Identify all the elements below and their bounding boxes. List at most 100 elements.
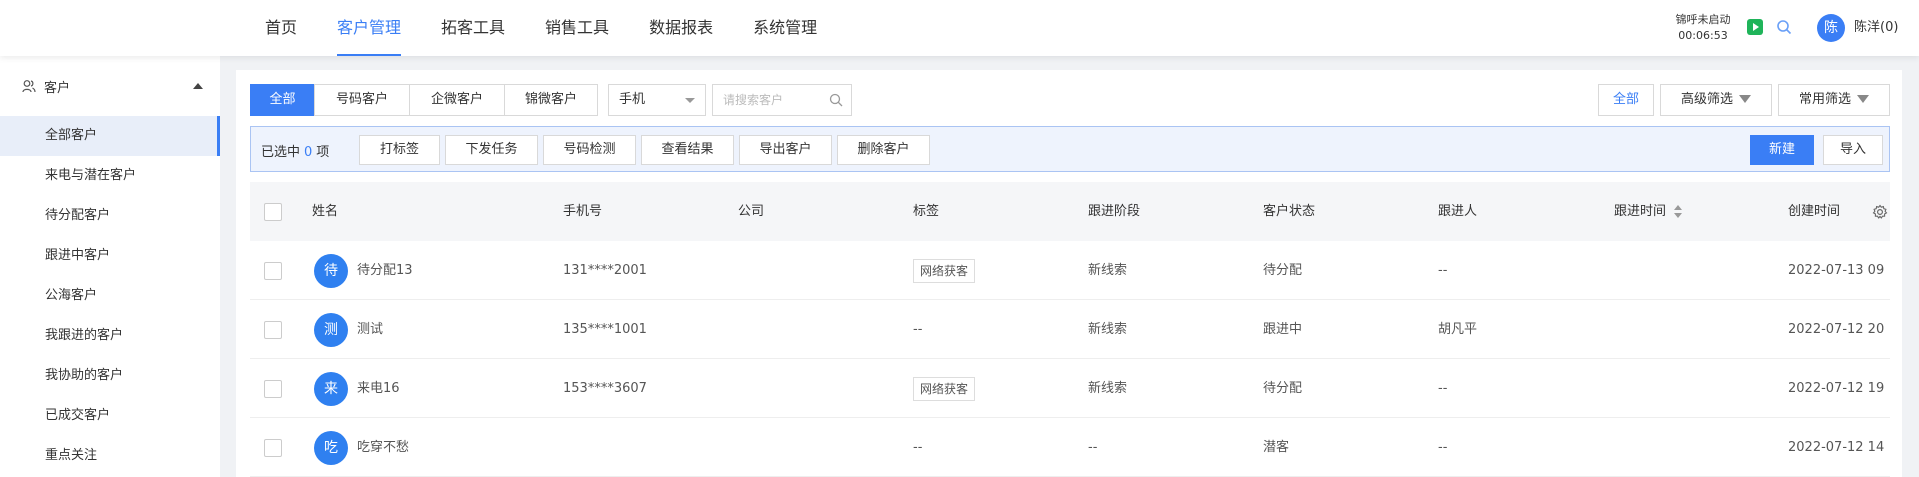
assign-task-button[interactable]: 下发任务 bbox=[445, 135, 538, 165]
avatar: 待 bbox=[314, 254, 348, 288]
import-button[interactable]: 导入 bbox=[1823, 135, 1883, 165]
cell-owner: -- bbox=[1438, 263, 1448, 278]
table-row[interactable]: 测 测试 135****1001 -- 新线索 跟进中 胡凡平 2022-07-… bbox=[250, 300, 1890, 359]
cell-tag: 网络获客 bbox=[913, 359, 976, 418]
batch-action-bar: 已选中 0 项 打标签 下发任务 号码检测 查看结果 导出客户 删除客户 新建 导入 bbox=[250, 126, 1890, 172]
segment-jinwei-customers[interactable]: 锦微客户 bbox=[504, 84, 598, 116]
header-stage: 跟进阶段 bbox=[1088, 204, 1141, 219]
segment-phone-customers[interactable]: 号码客户 bbox=[314, 84, 410, 116]
avatar: 来 bbox=[314, 372, 348, 406]
main-content: 全部 号码客户 企微客户 锦微客户 手机 全部 高级筛选 常用筛选 已选中0项 … bbox=[236, 70, 1902, 477]
chevron-down-icon bbox=[685, 98, 695, 103]
tag-badge: 网络获客 bbox=[913, 376, 976, 401]
cell-status: 待分配 bbox=[1263, 263, 1303, 278]
row-checkbox[interactable] bbox=[264, 439, 282, 457]
row-checkbox[interactable] bbox=[264, 380, 282, 398]
sidebar-group-customer[interactable]: 客户 bbox=[0, 56, 220, 116]
sidebar-item-my-following[interactable]: 我跟进的客户 bbox=[0, 316, 220, 356]
cell-name[interactable]: 测试 bbox=[357, 300, 383, 359]
customer-type-segment: 全部 号码客户 企微客户 锦微客户 bbox=[250, 84, 598, 116]
segment-wecom-customers[interactable]: 企微客户 bbox=[409, 84, 505, 116]
sidebar: 客户 全部客户 来电与潜在客户 待分配客户 跟进中客户 公海客户 我跟进的客户 … bbox=[0, 56, 220, 477]
nav-prospecting-tools[interactable]: 拓客工具 bbox=[441, 0, 505, 56]
nav-system-management[interactable]: 系统管理 bbox=[753, 0, 817, 56]
search-field-select[interactable]: 手机 bbox=[608, 84, 706, 116]
cell-owner: 胡凡平 bbox=[1438, 322, 1478, 337]
sidebar-item-following[interactable]: 跟进中客户 bbox=[0, 236, 220, 276]
header-phone: 手机号 bbox=[563, 204, 603, 219]
cell-stage: 新线索 bbox=[1088, 322, 1128, 337]
header-follow-time[interactable]: 跟进时间 bbox=[1614, 182, 1683, 241]
nav-sales-tools[interactable]: 销售工具 bbox=[545, 0, 609, 56]
funnel-icon bbox=[1857, 94, 1869, 103]
batch-buttons: 打标签 下发任务 号码检测 查看结果 导出客户 删除客户 bbox=[359, 135, 935, 165]
cell-owner: -- bbox=[1438, 381, 1448, 396]
user-name[interactable]: 陈洋(0) bbox=[1854, 19, 1898, 37]
gear-icon[interactable] bbox=[1872, 204, 1888, 220]
user-avatar[interactable]: 陈 bbox=[1817, 14, 1845, 42]
call-status: 锦呼未启动 00:06:53 bbox=[1668, 12, 1738, 44]
nav-home[interactable]: 首页 bbox=[265, 0, 297, 56]
nav-data-reports[interactable]: 数据报表 bbox=[649, 0, 713, 56]
row-checkbox[interactable] bbox=[264, 321, 282, 339]
header-created: 创建时间 bbox=[1788, 204, 1841, 219]
sidebar-item-key-focus[interactable]: 重点关注 bbox=[0, 436, 220, 476]
cell-tag: 网络获客 bbox=[913, 241, 976, 300]
number-check-button[interactable]: 号码检测 bbox=[543, 135, 636, 165]
common-filter-button[interactable]: 常用筛选 bbox=[1778, 84, 1890, 116]
cell-owner: -- bbox=[1438, 440, 1448, 455]
avatar: 吃 bbox=[314, 431, 348, 465]
cell-created: 2022-07-12 20 bbox=[1788, 322, 1885, 337]
sidebar-item-all-customers[interactable]: 全部客户 bbox=[0, 116, 220, 156]
table-row[interactable]: 来 来电16 153****3607 网络获客 新线索 待分配 -- 2022-… bbox=[250, 359, 1890, 418]
main-nav: 首页 客户管理 拓客工具 销售工具 数据报表 系统管理 bbox=[265, 0, 857, 56]
sidebar-item-calls-potential[interactable]: 来电与潜在客户 bbox=[0, 156, 220, 196]
search-icon[interactable] bbox=[1776, 19, 1792, 35]
cell-phone: 153****3607 bbox=[563, 381, 647, 396]
play-icon[interactable] bbox=[1747, 19, 1763, 35]
new-customer-button[interactable]: 新建 bbox=[1750, 135, 1814, 165]
select-all-checkbox[interactable] bbox=[264, 203, 282, 221]
selected-number: 0 bbox=[304, 145, 313, 160]
funnel-icon bbox=[1739, 94, 1751, 103]
table-row[interactable]: 待 待分配13 131****2001 网络获客 新线索 待分配 -- 2022… bbox=[250, 241, 1890, 300]
selected-prefix: 已选中 bbox=[261, 145, 301, 160]
sort-icon[interactable] bbox=[1674, 204, 1683, 219]
cell-stage: 新线索 bbox=[1088, 381, 1128, 396]
top-nav: 首页 客户管理 拓客工具 销售工具 数据报表 系统管理 锦呼未启动 00:06:… bbox=[0, 0, 1919, 56]
selected-count: 已选中 0 项 bbox=[261, 141, 329, 160]
cell-name[interactable]: 待分配13 bbox=[357, 241, 413, 300]
advanced-filter-label: 高级筛选 bbox=[1680, 92, 1733, 107]
common-filter-label: 常用筛选 bbox=[1798, 92, 1851, 107]
search-input[interactable] bbox=[713, 85, 823, 115]
export-customers-button[interactable]: 导出客户 bbox=[739, 135, 832, 165]
table-row[interactable]: 吃 吃穿不愁 -- -- 潜客 -- 2022-07-12 14 bbox=[250, 418, 1890, 477]
cell-created: 2022-07-12 19 bbox=[1788, 381, 1885, 396]
header-follow-time-label: 跟进时间 bbox=[1614, 204, 1667, 219]
chevron-up-icon[interactable] bbox=[193, 83, 203, 89]
row-checkbox[interactable] bbox=[264, 262, 282, 280]
filter-all-button[interactable]: 全部 bbox=[1598, 84, 1654, 116]
cell-status: 跟进中 bbox=[1263, 322, 1303, 337]
cell-name[interactable]: 吃穿不愁 bbox=[357, 418, 409, 477]
sidebar-item-public-pool[interactable]: 公海客户 bbox=[0, 276, 220, 316]
header-name: 姓名 bbox=[312, 204, 339, 219]
search-icon[interactable] bbox=[829, 93, 843, 107]
search-field-select-value: 手机 bbox=[619, 92, 646, 107]
search-box bbox=[712, 84, 852, 116]
cell-name[interactable]: 来电16 bbox=[357, 359, 400, 418]
sidebar-group-label: 客户 bbox=[44, 80, 71, 96]
sidebar-item-unassigned[interactable]: 待分配客户 bbox=[0, 196, 220, 236]
view-results-button[interactable]: 查看结果 bbox=[641, 135, 734, 165]
sidebar-item-closed-deals[interactable]: 已成交客户 bbox=[0, 396, 220, 436]
cell-tag: -- bbox=[913, 322, 923, 337]
nav-customer-management[interactable]: 客户管理 bbox=[337, 0, 402, 56]
cell-stage: 新线索 bbox=[1088, 263, 1128, 278]
segment-all[interactable]: 全部 bbox=[250, 84, 315, 116]
sidebar-item-my-assisting[interactable]: 我协助的客户 bbox=[0, 356, 220, 396]
advanced-filter-button[interactable]: 高级筛选 bbox=[1660, 84, 1772, 116]
delete-customers-button[interactable]: 删除客户 bbox=[837, 135, 930, 165]
avatar: 测 bbox=[314, 313, 348, 347]
tag-button[interactable]: 打标签 bbox=[359, 135, 440, 165]
call-status-text: 锦呼未启动 bbox=[1675, 13, 1731, 26]
